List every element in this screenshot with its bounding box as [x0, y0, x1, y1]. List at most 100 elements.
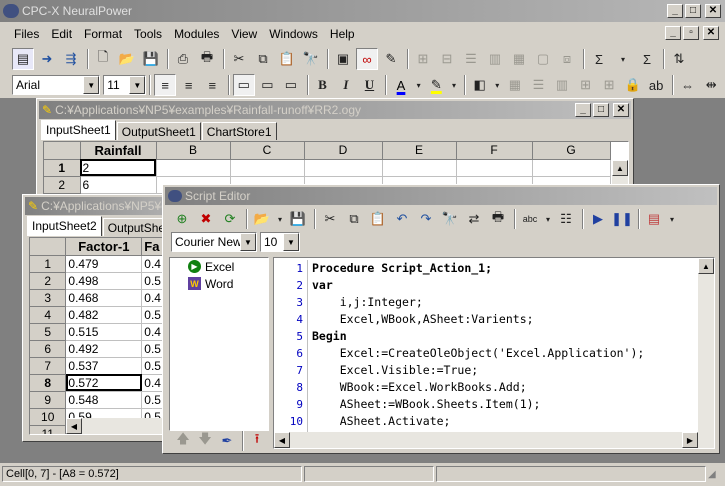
module-icon[interactable]: ▤ [643, 208, 665, 230]
code-line[interactable]: Begin [312, 328, 696, 345]
tab-inputsheet2[interactable]: InputSheet2 [27, 216, 102, 236]
module-dropdown-icon[interactable]: ▾ [667, 208, 677, 230]
close-button[interactable]: ✕ [613, 103, 629, 117]
menu-modules[interactable]: Modules [168, 27, 225, 41]
page-icon[interactable]: ▢ [532, 48, 554, 70]
border-grid-icon[interactable]: ⊞ [575, 74, 597, 96]
minimize-button[interactable]: _ [575, 103, 591, 117]
undo-icon[interactable]: ↶ [391, 208, 413, 230]
copy-sheet-icon[interactable]: ⧈ [556, 48, 578, 70]
menu-view[interactable]: View [225, 27, 263, 41]
scroll-left-icon[interactable]: ◀ [66, 418, 82, 434]
maximize-button[interactable]: □ [593, 103, 609, 117]
menu-edit[interactable]: Edit [45, 27, 78, 41]
scroll-right-icon[interactable]: ▶ [682, 432, 698, 448]
menu-windows[interactable]: Windows [263, 27, 324, 41]
pause-icon[interactable]: ❚❚ [611, 208, 633, 230]
bold-icon[interactable]: B [312, 74, 334, 96]
cell[interactable]: 0.479 [65, 255, 143, 273]
scroll-left-icon[interactable]: ◀ [274, 432, 290, 448]
highlight-icon[interactable]: ✎ [426, 74, 448, 96]
redo-icon[interactable]: ↷ [415, 208, 437, 230]
resize-grip-icon[interactable]: ◢ [708, 469, 716, 480]
cell[interactable]: 0.515 [65, 323, 143, 341]
cell[interactable]: 0.482 [65, 306, 143, 324]
copy-icon[interactable]: ⧉ [343, 208, 365, 230]
valign-bottom-icon[interactable]: ▭ [280, 74, 302, 96]
code-area[interactable]: Procedure Script_Action_1; var i,j:Intege… [312, 260, 696, 432]
save-icon[interactable]: 💾 [287, 208, 309, 230]
open-dropdown-icon[interactable]: ▾ [275, 208, 285, 230]
tree-item-excel[interactable]: ▶ Excel [170, 258, 268, 275]
vertical-scrollbar[interactable]: ▲ [698, 258, 714, 432]
code-line[interactable]: WBook:=Excel.WorkBooks.Add; [312, 379, 696, 396]
column-header[interactable]: G [532, 142, 611, 160]
merge-icon[interactable]: ⇔ [677, 74, 699, 96]
save-icon[interactable]: 💾 [140, 48, 162, 70]
border-rows-icon[interactable]: ☰ [528, 74, 550, 96]
script-tree[interactable]: ▶ Excel W Word [169, 257, 269, 431]
row-header[interactable]: 2 [44, 176, 81, 194]
open-folder-icon[interactable]: 📂 [251, 208, 273, 230]
mdi-minimize-button[interactable]: _ [665, 26, 681, 40]
find-icon[interactable]: 🔭 [300, 48, 322, 70]
copy-icon[interactable]: ⧉ [252, 48, 274, 70]
document-icon[interactable]: ▤ [12, 48, 34, 70]
open-folder-icon[interactable]: 📂 [116, 48, 138, 70]
valign-top-icon[interactable]: ▭ [233, 74, 255, 96]
column-header[interactable]: F [456, 142, 533, 160]
paste-icon[interactable]: 📋 [367, 208, 389, 230]
valign-middle-icon[interactable]: ▭ [257, 74, 279, 96]
code-line[interactable]: var [312, 277, 696, 294]
maximize-button[interactable]: □ [685, 4, 701, 18]
paste-icon[interactable]: 📋 [276, 48, 298, 70]
row-header[interactable]: 6 [30, 340, 67, 358]
editor-font-combo[interactable]: Courier New ▼ [171, 232, 257, 252]
font-color-dropdown-icon[interactable]: ▾ [414, 74, 424, 96]
underline-icon[interactable]: U [359, 74, 381, 96]
refresh-icon[interactable]: ⟳ [219, 208, 241, 230]
corner-cell[interactable] [30, 238, 67, 256]
code-line[interactable]: Procedure Script_Action_1; [312, 260, 696, 277]
font-combo[interactable]: Arial ▼ [12, 75, 101, 95]
insert-cells-icon[interactable]: ⊞ [412, 48, 434, 70]
tree-item-word[interactable]: W Word [170, 275, 268, 292]
run-icon[interactable]: ▶ [587, 208, 609, 230]
menu-help[interactable]: Help [324, 27, 361, 41]
sum-icon[interactable]: Σ [588, 48, 610, 70]
cell[interactable]: 0.548 [65, 391, 143, 409]
align-center-icon[interactable]: ≡ [178, 74, 200, 96]
move-down-icon[interactable]: 🡇 [195, 430, 215, 452]
find-icon[interactable]: 🔭 [439, 208, 461, 230]
editor-size-combo[interactable]: 10 ▼ [260, 232, 300, 252]
print-icon[interactable]: 🖶 [196, 48, 218, 70]
delete-script-icon[interactable]: ✖ [195, 208, 217, 230]
column-header[interactable]: B [156, 142, 231, 160]
forward-icon[interactable]: ➜ [36, 48, 58, 70]
sort-icon[interactable]: ⇅ [668, 48, 690, 70]
column-header[interactable]: E [382, 142, 457, 160]
print-icon[interactable]: 🖶 [487, 208, 509, 230]
close-button[interactable]: ✕ [705, 4, 721, 18]
size-combo[interactable]: 11 ▼ [103, 75, 147, 95]
cell[interactable]: 0.498 [65, 272, 143, 290]
cell[interactable]: 0.468 [65, 289, 143, 307]
row-header[interactable]: 4 [30, 306, 67, 324]
pin-icon[interactable]: ⭱ [247, 430, 267, 452]
code-line[interactable]: ASheet.Activate; [312, 413, 696, 430]
fill-icon[interactable]: ◧ [469, 74, 491, 96]
horizontal-scrollbar[interactable]: ◀ ▶ [274, 432, 714, 448]
border-icon[interactable]: ▦ [504, 74, 526, 96]
insert-col-icon[interactable]: ▥ [484, 48, 506, 70]
function-icon[interactable]: Σ [636, 48, 658, 70]
row-header[interactable]: 7 [30, 357, 67, 375]
font-color-icon[interactable]: A [390, 74, 412, 96]
scroll-up-icon[interactable]: ▲ [698, 258, 714, 274]
properties-icon[interactable]: ▣ [332, 48, 354, 70]
print-preview-icon[interactable]: ⎙ [172, 48, 194, 70]
spellcheck-icon[interactable]: abc [519, 208, 541, 230]
code-line[interactable]: Excel:=CreateOleObject('Excel.Applicatio… [312, 345, 696, 362]
replace-icon[interactable]: ⇄ [463, 208, 485, 230]
tab-chartstore1[interactable]: ChartStore1 [201, 122, 277, 140]
row-header[interactable]: 1 [44, 159, 81, 177]
